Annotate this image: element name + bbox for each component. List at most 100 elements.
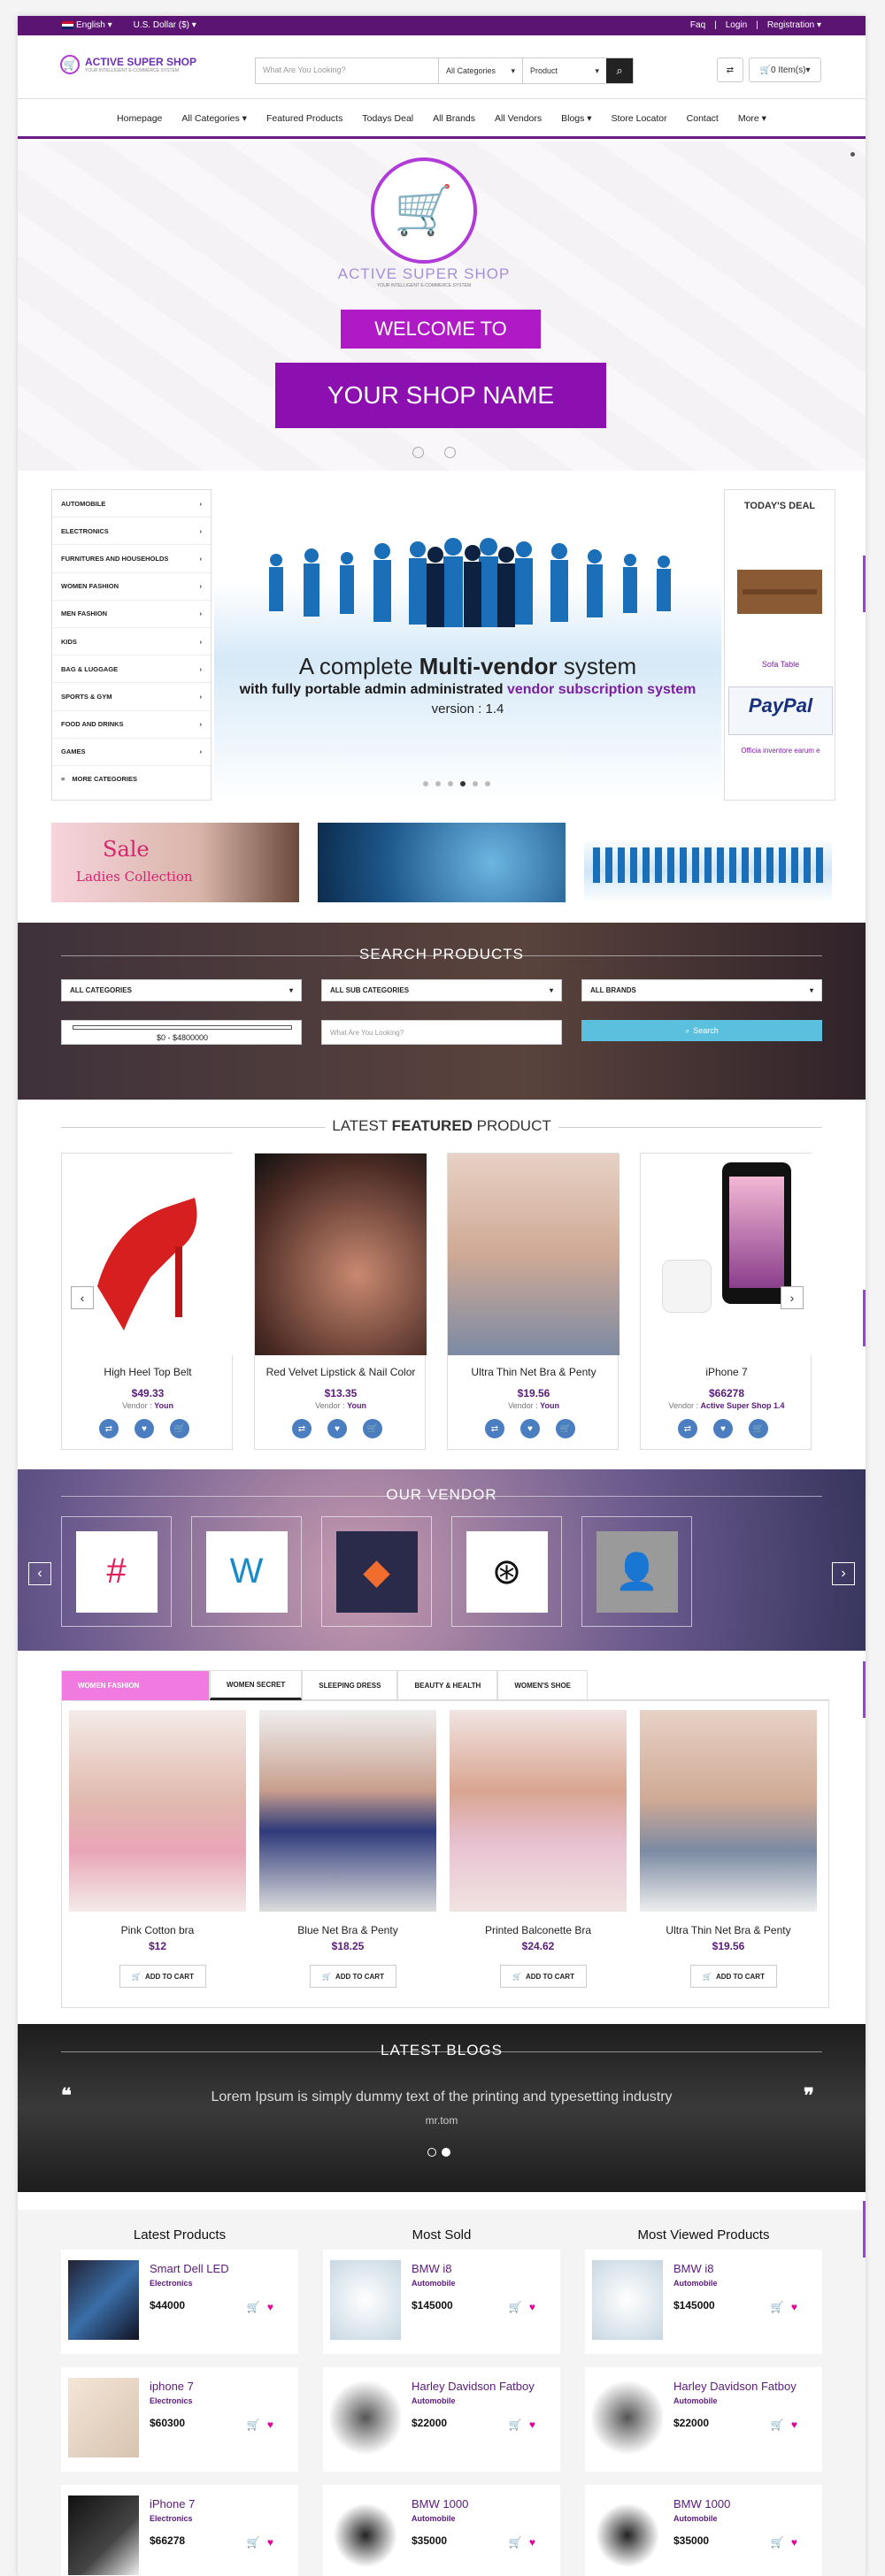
paypal-image[interactable]: PayPal bbox=[728, 686, 833, 735]
carousel-next-button[interactable]: › bbox=[781, 1286, 804, 1309]
blog-dots[interactable] bbox=[427, 2148, 450, 2157]
nav-all-brands[interactable]: All Brands bbox=[433, 113, 475, 124]
deal-item-name[interactable]: Sofa Table bbox=[725, 660, 836, 669]
side-tab[interactable] bbox=[863, 1661, 866, 1718]
product-card[interactable]: Ultra Thin Net Bra & Penty $19.56 Vendor… bbox=[447, 1153, 620, 1450]
search-submit-button[interactable]: ⌕ Search bbox=[581, 1020, 822, 1041]
currency-select[interactable]: U.S. Dollar ($) ▾ bbox=[134, 20, 196, 30]
product-image[interactable] bbox=[450, 1710, 627, 1912]
list-item[interactable]: iphone 7 Electronics $60300 🛒 ♥ bbox=[61, 2367, 298, 2472]
compare-icon[interactable]: ⇄ bbox=[99, 1419, 119, 1438]
heart-icon[interactable]: ♥ bbox=[529, 2301, 535, 2313]
nav-store-locator[interactable]: Store Locator bbox=[612, 113, 667, 124]
category-food-drinks[interactable]: FOOD AND DRINKS › bbox=[52, 711, 211, 739]
add-to-cart-button[interactable]: 🛒 ADD TO CART bbox=[119, 1965, 206, 1988]
category-furnitures[interactable]: FURNITURES AND HOUSEHOLDS › bbox=[52, 545, 211, 573]
wishlist-icon[interactable]: ♥ bbox=[713, 1419, 733, 1438]
list-item[interactable]: iPhone 7 Electronics $66278 🛒 ♥ bbox=[61, 2485, 298, 2576]
product-image[interactable] bbox=[62, 1154, 234, 1355]
product-card[interactable]: Ultra Thin Net Bra & Penty $19.56 🛒 ADD TO… bbox=[640, 1710, 817, 1993]
tab-womens-shoe[interactable]: WOMEN'S SHOE bbox=[497, 1670, 588, 1700]
cart-icon[interactable]: 🛒 bbox=[247, 2301, 260, 2313]
promo-banner-people[interactable] bbox=[584, 823, 832, 902]
category-women-fashion[interactable]: WOMEN FASHION › bbox=[52, 573, 211, 601]
category-kids[interactable]: KIDS › bbox=[52, 628, 211, 656]
compare-icon[interactable]: ⇄ bbox=[485, 1419, 504, 1438]
heart-icon[interactable]: ♥ bbox=[267, 2419, 273, 2431]
search-category-select[interactable]: All Categories ▾ bbox=[438, 58, 522, 83]
product-image[interactable] bbox=[640, 1710, 817, 1912]
price-range-slider[interactable]: $0 - $4800000 bbox=[61, 1020, 302, 1045]
category-sports-gym[interactable]: SPORTS & GYM › bbox=[52, 683, 211, 711]
hero-prev-dot[interactable] bbox=[412, 447, 424, 458]
tab-sleeping-dress[interactable]: SLEEPING DRESS bbox=[302, 1670, 398, 1700]
product-card[interactable]: Red Velvet Lipstick & Nail Color $13.35 … bbox=[254, 1153, 427, 1450]
nav-featured-products[interactable]: Featured Products bbox=[266, 113, 342, 124]
carousel-prev-button[interactable]: ‹ bbox=[71, 1286, 94, 1309]
all-categories-select[interactable]: ALL CATEGORIES ▾ bbox=[61, 979, 302, 1001]
category-games[interactable]: GAMES › bbox=[52, 739, 211, 766]
cart-icon[interactable]: 🛒 bbox=[509, 2419, 522, 2431]
nav-all-vendors[interactable]: All Vendors bbox=[495, 113, 542, 124]
heart-icon[interactable]: ♥ bbox=[529, 2536, 535, 2549]
add-to-cart-button[interactable]: 🛒 ADD TO CART bbox=[500, 1965, 587, 1988]
list-item[interactable]: Smart Dell LED Electronics $44000 🛒 ♥ bbox=[61, 2250, 298, 2354]
heart-icon[interactable]: ♥ bbox=[529, 2419, 535, 2431]
category-electronics[interactable]: ELECTRONICS › bbox=[52, 518, 211, 546]
search-button[interactable]: ⌕ bbox=[606, 58, 633, 83]
list-item[interactable]: BMW 1000 Automobile $35000 🛒 ♥ bbox=[323, 2485, 560, 2576]
faq-link[interactable]: Faq bbox=[690, 20, 705, 30]
vendor-logo[interactable]: ◆ bbox=[321, 1516, 432, 1627]
product-image[interactable] bbox=[448, 1154, 620, 1355]
side-tab[interactable] bbox=[863, 1290, 866, 1346]
login-link[interactable]: Login bbox=[726, 20, 747, 30]
heart-icon[interactable]: ♥ bbox=[791, 2301, 797, 2313]
add-to-cart-button[interactable]: 🛒 ADD TO CART bbox=[310, 1965, 396, 1988]
language-select[interactable]: English ▾ bbox=[62, 20, 112, 30]
heart-icon[interactable]: ♥ bbox=[791, 2419, 797, 2431]
cart-icon[interactable]: 🛒 bbox=[247, 2419, 260, 2431]
hero-next-dot[interactable] bbox=[444, 447, 456, 458]
vendor-logo[interactable]: ⊛ bbox=[451, 1516, 562, 1627]
cart-button[interactable]: 🛒 0 Item(s) ▾ bbox=[749, 58, 821, 82]
side-tab[interactable] bbox=[863, 2201, 866, 2258]
compare-button[interactable]: ⇄ bbox=[717, 58, 743, 82]
tab-women-fashion[interactable]: WOMEN FASHION bbox=[61, 1670, 210, 1700]
add-to-cart-button[interactable]: 🛒 ADD TO CART bbox=[690, 1965, 777, 1988]
nav-contact[interactable]: Contact bbox=[687, 113, 719, 124]
cart-icon[interactable]: 🛒 bbox=[509, 2536, 522, 2549]
heart-icon[interactable]: ♥ bbox=[791, 2536, 797, 2549]
cart-icon[interactable]: 🛒 bbox=[771, 2301, 784, 2313]
product-card[interactable]: Pink Cotton bra $12 🛒 ADD TO CART bbox=[69, 1710, 246, 1993]
promo-banner-sale[interactable]: Sale Ladies Collection bbox=[51, 823, 299, 902]
compare-icon[interactable]: ⇄ bbox=[678, 1419, 697, 1438]
all-subcategories-select[interactable]: ALL SUB CATEGORIES ▾ bbox=[321, 979, 562, 1001]
product-image[interactable] bbox=[69, 1710, 246, 1912]
vendor-logo[interactable]: 👤 bbox=[581, 1516, 692, 1627]
side-tab[interactable] bbox=[863, 556, 866, 612]
vendor-logo[interactable]: W bbox=[191, 1516, 302, 1627]
deal-item-name-2[interactable]: Officia inventore earum e bbox=[727, 747, 835, 755]
tab-women-secret[interactable]: WOMEN SECRET bbox=[210, 1670, 303, 1700]
product-card[interactable]: Printed Balconette Bra $24.62 🛒 ADD TO CAR… bbox=[450, 1710, 627, 1993]
cart-icon[interactable]: 🛒 bbox=[771, 2419, 784, 2431]
category-men-fashion[interactable]: MEN FASHION › bbox=[52, 601, 211, 628]
cart-icon[interactable]: 🛒 bbox=[556, 1419, 575, 1438]
list-item[interactable]: BMW i8 Automobile $145000 🛒 ♥ bbox=[323, 2250, 560, 2354]
compare-icon[interactable]: ⇄ bbox=[292, 1419, 312, 1438]
nav-more[interactable]: More ▾ bbox=[738, 113, 766, 124]
product-card[interactable]: › iPhone 7 $66278 Vendor : Active Super … bbox=[640, 1153, 812, 1450]
product-image[interactable] bbox=[641, 1154, 812, 1355]
vendor-next-button[interactable]: › bbox=[832, 1562, 855, 1585]
cart-icon[interactable]: 🛒 bbox=[509, 2301, 522, 2313]
cart-icon[interactable]: 🛒 bbox=[771, 2536, 784, 2549]
list-item[interactable]: Harley Davidson Fatboy Automobile $22000 🛒 ♥ bbox=[323, 2367, 560, 2472]
product-image[interactable] bbox=[259, 1710, 436, 1912]
slide-dots[interactable] bbox=[423, 781, 490, 786]
sofa-table-image[interactable] bbox=[737, 570, 822, 614]
promo-banner-tech[interactable] bbox=[318, 823, 566, 902]
wishlist-icon[interactable]: ♥ bbox=[520, 1419, 540, 1438]
search-type-select[interactable]: Product ▾ bbox=[522, 58, 606, 83]
list-item[interactable]: BMW i8 Automobile $145000 🛒 ♥ bbox=[585, 2250, 822, 2354]
wishlist-icon[interactable]: ♥ bbox=[135, 1419, 154, 1438]
